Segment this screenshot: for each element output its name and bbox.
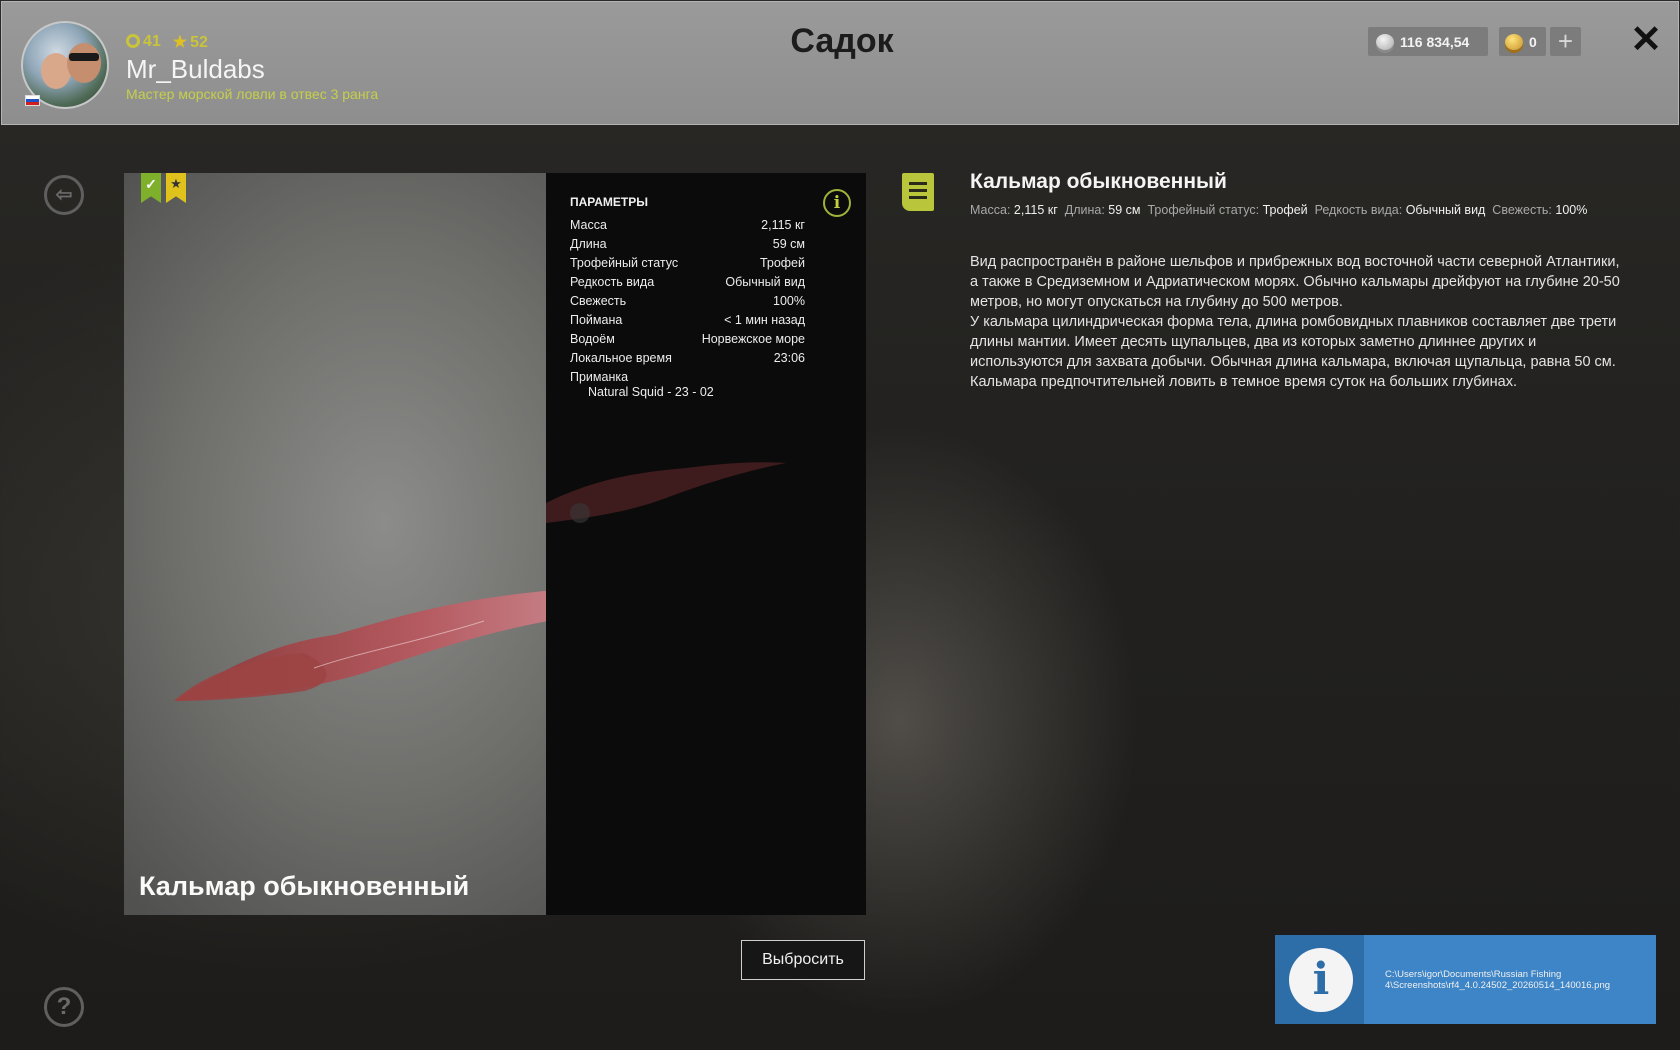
description-paragraph: Кальмара предпочтительней ловить в темно…	[970, 374, 1517, 390]
fish-photo	[124, 173, 584, 915]
close-button[interactable]: ✕	[1628, 20, 1664, 60]
params-panel: ПАРАМЕТРЫ i Масса 2,115 кг Длина 59 см Тро…	[546, 173, 866, 915]
param-row: Локальное время 23:06	[570, 351, 805, 365]
back-button[interactable]: ⇦	[44, 175, 84, 215]
question-icon: ?	[56, 993, 72, 1020]
add-gold-button[interactable]: +	[1550, 27, 1581, 56]
close-icon: ✕	[1630, 19, 1662, 61]
description-paragraph: У кальмара цилиндрическая форма тела, дл…	[970, 314, 1617, 370]
help-button[interactable]: ?	[44, 987, 84, 1027]
param-row: Поймана < 1 мин назад	[570, 313, 805, 327]
description-text: Вид распространён в районе шельфов и при…	[970, 252, 1626, 392]
fish-card: ✓ ★ Кальмар обыкновенный ПАРАМЕТРЫ i Мас…	[124, 173, 866, 915]
param-row: Длина 59 см	[570, 237, 805, 251]
back-arrow-icon: ⇦	[55, 184, 73, 206]
gold-balance: 0	[1499, 27, 1546, 56]
description-title: Кальмар обыкновенный	[970, 170, 1227, 193]
gold-coin-icon	[1505, 33, 1523, 50]
bait-value: Natural Squid - 23 - 02	[588, 385, 714, 399]
silver-balance: 116 834,54	[1368, 27, 1488, 56]
param-row: Масса 2,115 кг	[570, 218, 805, 232]
info-icon[interactable]: i	[823, 189, 851, 217]
russia-flag-icon	[25, 95, 40, 106]
plus-icon: +	[1557, 26, 1574, 56]
fish-name: Кальмар обыкновенный	[139, 871, 470, 901]
description-paragraph: Вид распространён в районе шельфов и при…	[970, 254, 1620, 310]
param-row: Трофейный статус Трофей	[570, 256, 805, 270]
params-heading: ПАРАМЕТРЫ	[570, 195, 648, 209]
screenshot-toast[interactable]: i C:\Users\igor\Documents\Russian Fishin…	[1275, 935, 1656, 1024]
info-icon: i	[1275, 935, 1364, 1024]
note-icon	[902, 173, 934, 211]
squid-image	[174, 588, 584, 701]
discard-button[interactable]: Выбросить	[741, 940, 865, 980]
param-row: Свежесть 100%	[570, 294, 805, 308]
description-meta: Масса: 2,115 кг Длина: 59 см Трофейный с…	[970, 203, 1588, 217]
squid-tentacles	[546, 462, 786, 523]
param-row: Редкость вида Обычный вид	[570, 275, 805, 289]
silver-coin-icon	[1376, 33, 1394, 50]
screenshot-path: C:\Users\igor\Documents\Russian Fishing …	[1385, 969, 1611, 991]
user-title: Мастер морской ловли в отвес 3 ранга	[126, 86, 379, 102]
param-row: Водоём Норвежское море	[570, 332, 805, 346]
top-bar: 41 ★ 52 Mr_Buldabs Мастер морской ловли в…	[1, 1, 1679, 125]
